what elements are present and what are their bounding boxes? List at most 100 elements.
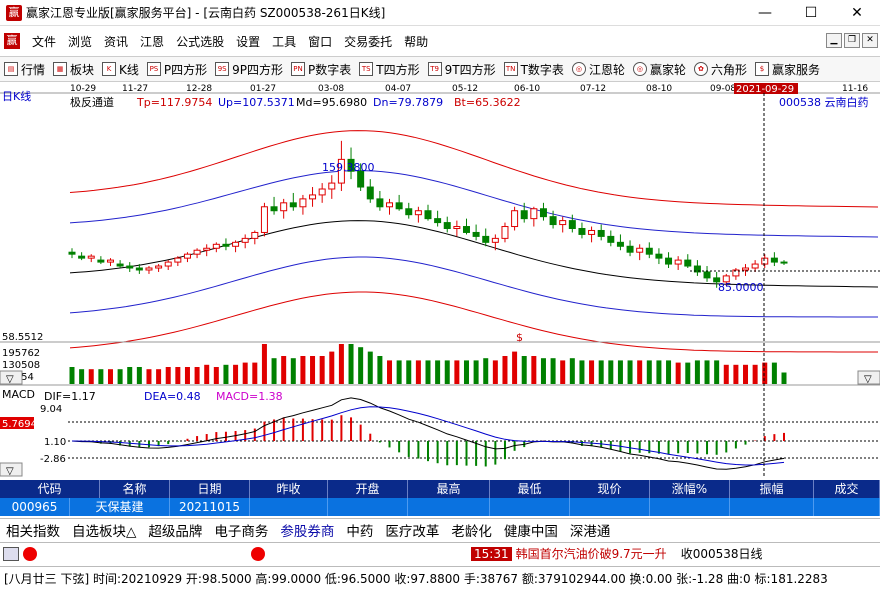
tag-healthy-china[interactable]: 健康中国 bbox=[498, 520, 564, 540]
candle-body bbox=[655, 253, 663, 259]
col-amplitude[interactable]: 振幅 bbox=[730, 480, 814, 498]
mdi-close-button[interactable]: ✕ bbox=[862, 33, 878, 48]
close-button[interactable]: ✕ bbox=[834, 0, 880, 26]
toolbar-p-square-button[interactable]: PS P四方形 bbox=[143, 61, 211, 78]
candle-body bbox=[424, 210, 432, 220]
volume-bar bbox=[300, 356, 306, 384]
minimize-button[interactable]: — bbox=[742, 0, 788, 26]
candle-body bbox=[703, 271, 711, 279]
menu-browse[interactable]: 浏览 bbox=[62, 33, 98, 50]
col-low[interactable]: 最低 bbox=[490, 480, 570, 498]
tag-tcm[interactable]: 中药 bbox=[340, 520, 379, 540]
tag-broker-stake[interactable]: 参股券商 bbox=[274, 520, 340, 540]
news-icon[interactable] bbox=[251, 546, 265, 561]
candle-body bbox=[636, 247, 644, 253]
volume-bar bbox=[637, 360, 643, 384]
toolbar-9t-square-button[interactable]: T9 9T四方形 bbox=[424, 61, 500, 78]
mdi-restore-button[interactable]: ❐ bbox=[844, 33, 860, 48]
volume-bar bbox=[156, 369, 162, 384]
stock-grid-header: 代码 名称 日期 昨收 开盘 最高 最低 现价 涨幅% 振幅 成交 bbox=[0, 480, 880, 498]
menu-settings[interactable]: 设置 bbox=[230, 33, 266, 50]
col-change-pct[interactable]: 涨幅% bbox=[650, 480, 730, 498]
chart-area[interactable]: 10-29 11-27 12-28 01-27 03-08 04-07 05-12 06-10… bbox=[0, 82, 880, 478]
tag-medical-reform[interactable]: 医疗改革 bbox=[379, 520, 445, 540]
menu-help[interactable]: 帮助 bbox=[398, 33, 434, 50]
tag-sz-hk-connect[interactable]: 深港通 bbox=[564, 520, 617, 540]
toolbar-quotes-button[interactable]: ▤ 行情 bbox=[0, 61, 49, 78]
grid-view-icon[interactable] bbox=[3, 546, 19, 561]
toolbar-9p-square-button[interactable]: 9S 9P四方形 bbox=[211, 61, 287, 78]
news-headline[interactable]: 韩国首尔汽油价破9.7元一升 bbox=[516, 545, 667, 562]
candle-body bbox=[491, 237, 499, 243]
kline-chart[interactable]: 10-29 11-27 12-28 01-27 03-08 04-07 05-12 06-10… bbox=[0, 82, 880, 478]
toolbar-p-number-button[interactable]: PN P数字表 bbox=[287, 61, 355, 78]
col-high[interactable]: 最高 bbox=[408, 480, 490, 498]
volume-bar bbox=[69, 367, 75, 384]
candle-body bbox=[126, 265, 134, 269]
title-bar: 赢 赢家江恩专业版[赢家服务平台] - [云南白药 SZ000538-261日K… bbox=[0, 0, 880, 26]
tag-related-index[interactable]: 相关指数 bbox=[0, 520, 66, 540]
menu-info[interactable]: 资讯 bbox=[98, 33, 134, 50]
volume-bar bbox=[473, 360, 479, 384]
tag-custom-sector[interactable]: 自选板块△ bbox=[66, 520, 142, 540]
menu-file[interactable]: 文件 bbox=[26, 33, 62, 50]
col-price[interactable]: 现价 bbox=[570, 480, 650, 498]
vol-collapse-button[interactable]: ▽ bbox=[6, 374, 14, 385]
candle-body bbox=[280, 202, 288, 212]
9p-square-icon: 9S bbox=[215, 62, 230, 76]
macd-collapse-button[interactable]: ▽ bbox=[6, 466, 14, 477]
volume-bar bbox=[540, 358, 546, 384]
menu-trade[interactable]: 交易委托 bbox=[338, 33, 398, 50]
volume-bar bbox=[310, 356, 316, 384]
menu-window[interactable]: 窗口 bbox=[302, 33, 338, 50]
low-price-label: 85.0000 bbox=[718, 281, 764, 294]
macd-tick-2: 1.10 bbox=[44, 437, 66, 448]
menu-tools[interactable]: 工具 bbox=[266, 33, 302, 50]
volume-bar bbox=[377, 356, 383, 384]
indicator-up: Up=107.5371 bbox=[218, 96, 295, 109]
toolbar-service-button[interactable]: $ 赢家服务 bbox=[751, 61, 824, 78]
toolbar-gann-wheel-button[interactable]: ◎ 江恩轮 bbox=[568, 61, 629, 78]
candle-body bbox=[462, 226, 470, 233]
table-row[interactable]: 000965 天保基建 20211015 bbox=[0, 498, 880, 516]
menu-gann[interactable]: 江恩 bbox=[134, 33, 170, 50]
candle-body bbox=[559, 220, 567, 226]
toolbar-t-square-button[interactable]: TS T四方形 bbox=[355, 61, 423, 78]
candle-body bbox=[501, 226, 509, 239]
vol-tick-1: 195762 bbox=[2, 348, 40, 359]
toolbar-winner-wheel-button[interactable]: ◎ 赢家轮 bbox=[629, 61, 690, 78]
toolbar-hexagon-button[interactable]: ✿ 六角形 bbox=[690, 61, 751, 78]
toolbar-sector-button[interactable]: ▦ 板块 bbox=[49, 61, 98, 78]
candle-body bbox=[241, 237, 249, 243]
candle-body bbox=[578, 228, 586, 235]
volume-bar bbox=[502, 356, 508, 384]
tag-super-brand[interactable]: 超级品牌 bbox=[142, 520, 208, 540]
col-open[interactable]: 开盘 bbox=[328, 480, 408, 498]
maximize-button[interactable]: ☐ bbox=[788, 0, 834, 26]
vol-collapse-button-right[interactable]: ▽ bbox=[864, 374, 872, 385]
candle-body bbox=[289, 202, 297, 208]
col-prev-close[interactable]: 昨收 bbox=[250, 480, 328, 498]
volume-bar bbox=[425, 360, 431, 384]
candle-body bbox=[260, 206, 268, 233]
col-volume[interactable]: 成交 bbox=[814, 480, 880, 498]
tag-aging[interactable]: 老龄化 bbox=[445, 520, 498, 540]
mdi-minimize-button[interactable]: ▁ bbox=[826, 33, 842, 48]
alert-icon[interactable] bbox=[23, 546, 37, 561]
volume-bar bbox=[233, 364, 239, 384]
col-date[interactable]: 日期 bbox=[170, 480, 250, 498]
toolbar-t-number-button[interactable]: TN T数字表 bbox=[500, 61, 568, 78]
volume-bar bbox=[252, 362, 258, 384]
menu-formula-screen[interactable]: 公式选股 bbox=[170, 33, 230, 50]
col-name[interactable]: 名称 bbox=[100, 480, 170, 498]
tag-ecommerce[interactable]: 电子商务 bbox=[208, 520, 274, 540]
kline-period-label: 日K线 bbox=[2, 89, 31, 103]
volume-bar bbox=[367, 351, 373, 384]
candle-body bbox=[203, 247, 211, 251]
col-code[interactable]: 代码 bbox=[0, 480, 100, 498]
volume-bar bbox=[107, 369, 113, 384]
toolbar-kline-button[interactable]: K K线 bbox=[98, 61, 143, 78]
date-tick: 10-29 bbox=[70, 84, 96, 94]
candle-body bbox=[309, 194, 317, 200]
candle-body bbox=[318, 188, 326, 196]
